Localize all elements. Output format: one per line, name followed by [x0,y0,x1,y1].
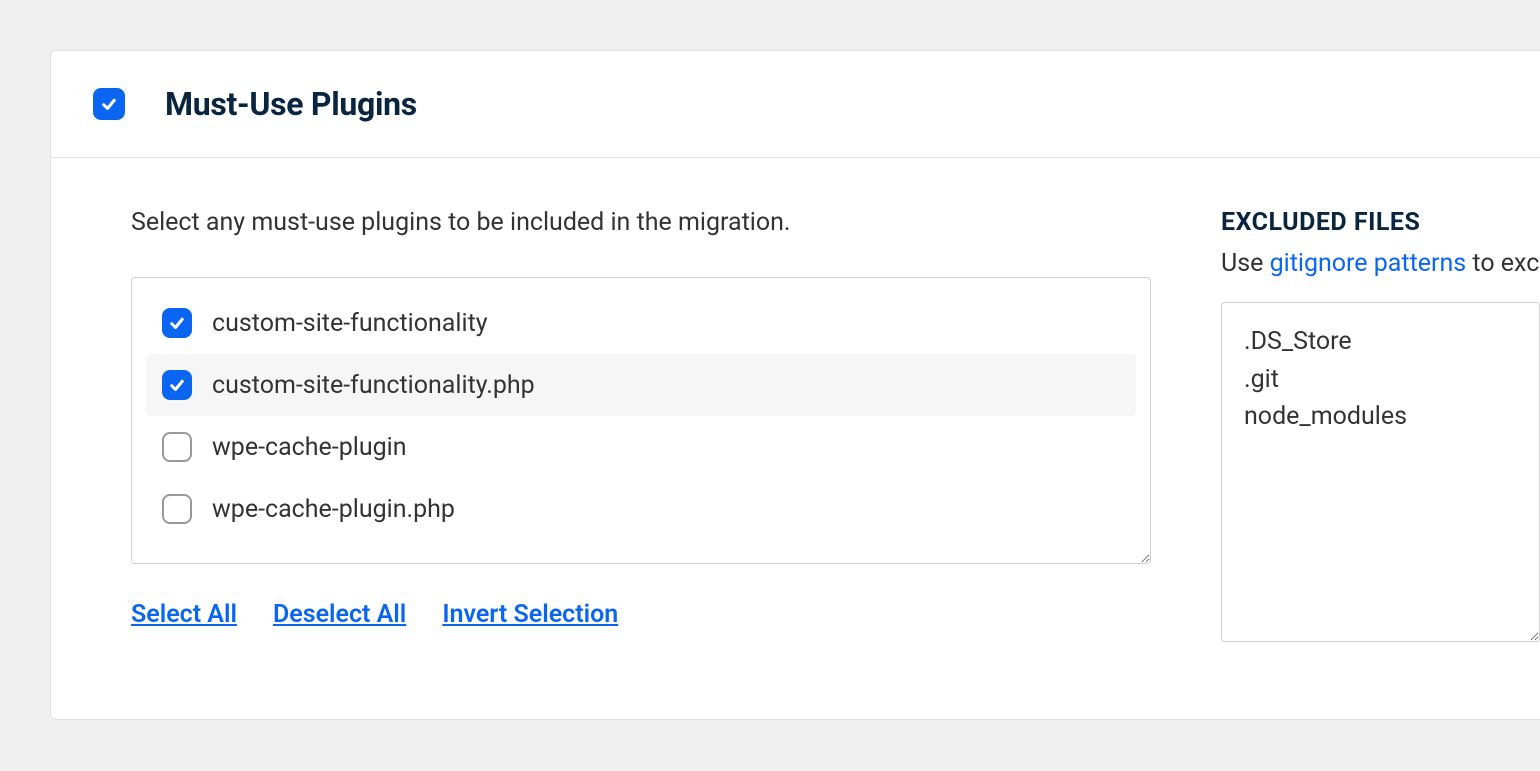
section-toggle-checkbox[interactable] [93,88,125,120]
excluded-files-description: Use gitignore patterns to exclu [1221,249,1540,278]
plugin-list-inner: custom-site-functionality custom-site-fun… [132,278,1150,554]
plugin-label: custom-site-functionality [212,309,488,338]
plugin-label: custom-site-functionality.php [212,371,535,400]
excluded-desc-prefix: Use [1221,249,1270,278]
gitignore-patterns-link[interactable]: gitignore patterns [1270,249,1467,278]
panel-body: Select any must-use plugins to be includ… [51,158,1540,696]
panel-title: Must-Use Plugins [165,85,417,123]
right-column: EXCLUDED FILES Use gitignore patterns to… [1221,208,1540,646]
plugin-label: wpe-cache-plugin [212,433,407,462]
excluded-desc-suffix: to exclu [1466,249,1540,278]
invert-selection-link[interactable]: Invert Selection [442,600,618,629]
deselect-all-link[interactable]: Deselect All [273,600,406,629]
plugin-row[interactable]: wpe-cache-plugin.php [146,478,1136,540]
plugin-label: wpe-cache-plugin.php [212,495,455,524]
plugin-row[interactable]: custom-site-functionality [146,292,1136,354]
plugin-row[interactable]: wpe-cache-plugin [146,416,1136,478]
must-use-plugins-panel: Must-Use Plugins Select any must-use plu… [50,50,1540,720]
excluded-files-textarea[interactable] [1221,302,1540,642]
excluded-files-title: EXCLUDED FILES [1221,208,1540,237]
section-description: Select any must-use plugins to be includ… [131,208,1151,237]
selection-actions: Select All Deselect All Invert Selection [131,600,1151,629]
plugin-row[interactable]: custom-site-functionality.php [146,354,1136,416]
plugin-checkbox[interactable] [162,432,192,462]
plugin-checkbox[interactable] [162,370,192,400]
left-column: Select any must-use plugins to be includ… [131,208,1151,646]
plugin-listbox[interactable]: custom-site-functionality custom-site-fun… [131,277,1151,564]
panel-header: Must-Use Plugins [51,51,1540,158]
plugin-checkbox[interactable] [162,494,192,524]
plugin-checkbox[interactable] [162,308,192,338]
select-all-link[interactable]: Select All [131,600,237,629]
